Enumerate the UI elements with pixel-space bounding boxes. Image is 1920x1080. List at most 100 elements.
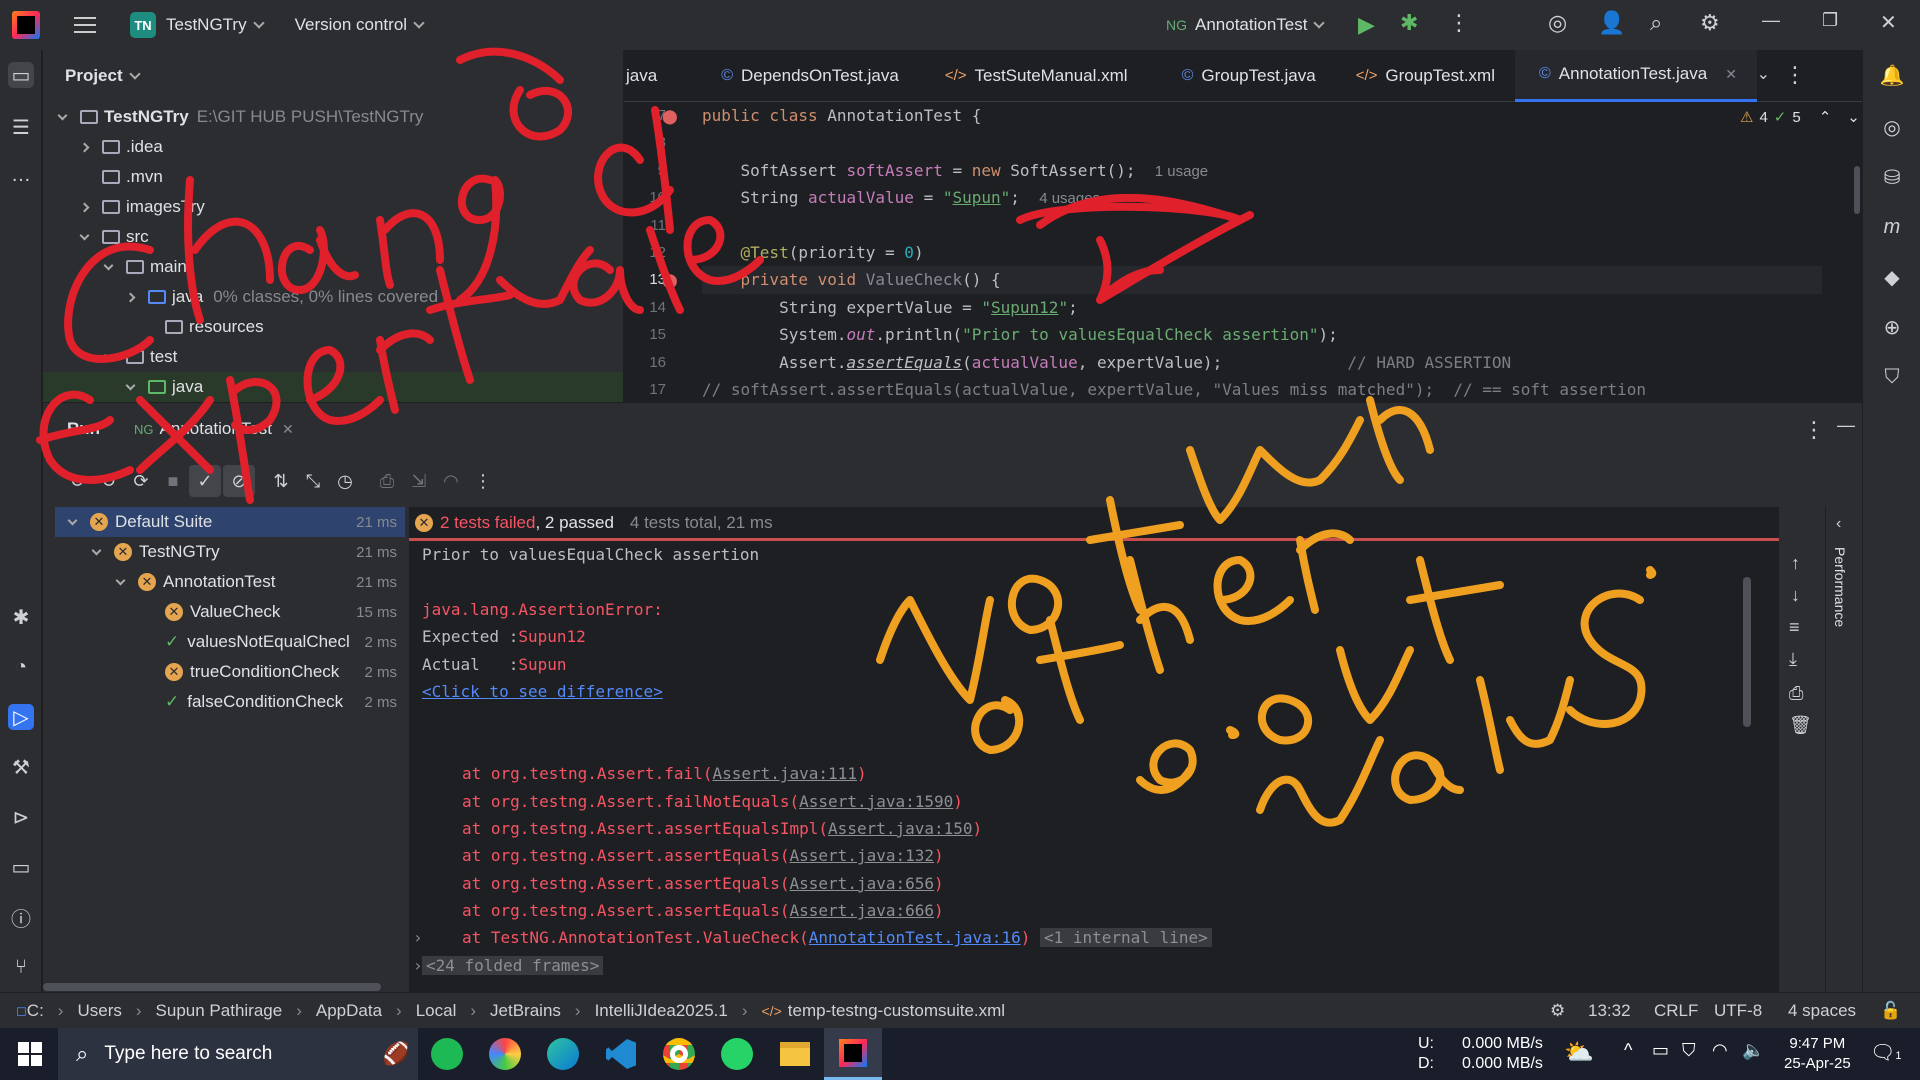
intellij-logo-icon[interactable] <box>12 11 40 39</box>
minimize-icon[interactable]: — <box>1762 10 1780 31</box>
taskbar-search[interactable]: ⌕ Type here to search 🏈 <box>58 1028 418 1080</box>
show-ignored-icon[interactable]: ⊘ <box>223 465 255 497</box>
stop-icon[interactable]: ■ <box>157 465 189 497</box>
git-icon[interactable]: ⑂ <box>8 954 34 980</box>
weather-icon[interactable]: ⛅ <box>1564 1038 1594 1067</box>
tree-row-imagestry[interactable]: imagesTry <box>43 192 623 222</box>
expand-arrow-icon[interactable] <box>79 202 90 212</box>
maven-icon[interactable]: m <box>1879 214 1905 240</box>
test-node-valuecheck[interactable]: ✕ ValueCheck 15 ms <box>43 597 405 627</box>
photos-app-icon[interactable] <box>476 1028 534 1080</box>
print-icon[interactable]: ⎙ <box>1789 683 1803 704</box>
folded-frames-badge[interactable]: <24 folded frames> <box>422 955 604 975</box>
expand-arrow-icon[interactable] <box>103 260 114 270</box>
tree-row-resources[interactable]: resources <box>43 312 623 342</box>
volume-icon[interactable]: 🔈 <box>1742 1040 1764 1061</box>
run-config-tab[interactable]: AnnotationTest <box>160 419 272 439</box>
run-test-gutter-icon[interactable]: ⬤ <box>662 108 678 125</box>
show-passed-icon[interactable]: ✓ <box>189 465 221 497</box>
line-separator[interactable]: CRLF <box>1654 1001 1698 1021</box>
more-actions-icon[interactable]: ⋮ <box>1448 10 1470 36</box>
hide-panel-icon[interactable]: — <box>1837 415 1855 436</box>
clear-trash-icon[interactable]: 🗑 <box>1789 715 1812 736</box>
gradle-icon[interactable]: ◆ <box>1879 264 1905 290</box>
caret-position[interactable]: 13:32 <box>1588 1001 1631 1021</box>
tree-row-root[interactable]: TestNGTry E:\GIT HUB PUSH\TestNGTry <box>43 102 623 132</box>
breadcrumb-item[interactable]: Users <box>77 1001 121 1021</box>
close-tab-icon[interactable]: ✕ <box>1725 66 1737 83</box>
chevron-left-icon[interactable]: ‹ <box>1836 515 1841 533</box>
tree-row-test[interactable]: test <box>43 342 623 372</box>
file-explorer-app-icon[interactable] <box>766 1028 824 1080</box>
main-menu-icon[interactable] <box>74 17 96 33</box>
debug-icon[interactable]: ✱ <box>1400 10 1418 36</box>
code-area[interactable]: public class AnnotationTest { SoftAssert… <box>702 102 1822 402</box>
export-icon[interactable]: ⇲ <box>403 465 435 497</box>
breadcrumb-item[interactable]: IntelliJIdea2025.1 <box>595 1001 728 1021</box>
expand-arrow-icon[interactable] <box>79 230 90 240</box>
run-config-selector[interactable]: NG AnnotationTest <box>1166 15 1326 35</box>
chrome-app-icon[interactable] <box>650 1028 708 1080</box>
close-icon[interactable]: ✕ <box>1880 10 1897 35</box>
console-scrollbar[interactable] <box>1743 577 1751 727</box>
project-badge[interactable]: TN <box>130 12 156 38</box>
version-control-menu[interactable]: Version control <box>295 15 425 35</box>
close-tab-icon[interactable]: ✕ <box>282 421 294 438</box>
coverage-icon[interactable]: ◠ <box>435 465 467 497</box>
ai-status-icon[interactable]: ⚙ <box>1550 1001 1565 1021</box>
ai-chat-icon[interactable]: ◎ <box>1879 114 1905 140</box>
tab-annotationtest[interactable]: © AnnotationTest.java ✕ <box>1515 50 1757 102</box>
tab-testsutemanual[interactable]: </> TestSuteManual.xml <box>919 50 1148 102</box>
breadcrumb-item[interactable]: C: <box>27 1001 44 1021</box>
tree-row-main-java[interactable]: java 0% classes, 0% lines covered <box>43 282 623 312</box>
run-tab-title[interactable]: Run <box>67 419 100 439</box>
vscode-app-icon[interactable] <box>592 1028 650 1080</box>
expand-arrow-icon[interactable] <box>57 110 68 120</box>
test-node-default-suite[interactable]: ✕ Default Suite 21 ms <box>55 507 405 537</box>
profiler-icon[interactable]: ◔ <box>8 654 34 680</box>
breadcrumb-item[interactable]: Supun Pathirage <box>156 1001 283 1021</box>
structure-icon[interactable]: ☰ <box>8 114 34 140</box>
tab-list-chevron-icon[interactable]: ⌄ <box>1757 64 1770 84</box>
project-panel-header[interactable]: Project <box>43 50 623 102</box>
restore-icon[interactable]: ❐ <box>1822 10 1838 31</box>
tree-row-idea[interactable]: .idea <box>43 132 623 162</box>
settings-gear-icon[interactable]: ⚙ <box>1700 10 1720 36</box>
tab-more-icon[interactable]: ⋮ <box>1784 62 1806 88</box>
read-only-lock-icon[interactable]: 🔓 <box>1880 1001 1901 1021</box>
intellij-app-icon[interactable] <box>824 1028 882 1080</box>
tab-grouptest-java[interactable]: © GroupTest.java <box>1148 50 1336 102</box>
shield-check-icon[interactable]: ⛉ <box>1879 364 1905 390</box>
ai-assistant-icon[interactable]: ◎ <box>1548 10 1567 36</box>
see-difference-link[interactable]: <Click to see difference> <box>422 682 663 701</box>
windows-start-icon[interactable] <box>18 1042 42 1066</box>
project-folder-icon[interactable]: ▭ <box>8 62 34 88</box>
tree-row-src[interactable]: src <box>43 222 623 252</box>
breadcrumb-item[interactable]: Local <box>416 1001 457 1021</box>
stack-link[interactable]: Assert.java:656 <box>790 874 935 893</box>
indent-setting[interactable]: 4 spaces <box>1788 1001 1856 1021</box>
web-globe-icon[interactable]: ⊕ <box>1879 314 1905 340</box>
import-tests-icon[interactable]: ⤡ <box>297 465 329 497</box>
toolbar-more-icon[interactable]: ⋮ <box>467 465 499 497</box>
project-selector[interactable]: TestNGTry <box>166 15 265 35</box>
wifi-icon[interactable]: ◠ <box>1712 1040 1728 1061</box>
stack-link[interactable]: Assert.java:150 <box>828 819 973 838</box>
breadcrumb-item[interactable]: JetBrains <box>490 1001 561 1021</box>
expand-arrow-icon[interactable]: › <box>413 924 423 951</box>
edge-app-icon[interactable] <box>534 1028 592 1080</box>
rerun-failed-icon[interactable]: ↺ <box>93 465 125 497</box>
stack-link[interactable]: Assert.java:1590 <box>799 792 953 811</box>
test-node-testngtry[interactable]: ✕ TestNGTry 21 ms <box>43 537 405 567</box>
expand-arrow-icon[interactable] <box>115 575 126 585</box>
stack-link[interactable]: Assert.java:132 <box>790 846 935 865</box>
stack-link[interactable]: Assert.java:666 <box>790 901 935 920</box>
down-arrow-icon[interactable]: ↓ <box>1791 585 1800 606</box>
tree-row-mvn[interactable]: .mvn <box>43 162 623 192</box>
run-test-gutter-icon[interactable]: ⬤ <box>662 272 678 289</box>
next-highlight-icon[interactable]: ⌄ <box>1847 108 1860 126</box>
battery-icon[interactable]: ▭ <box>1652 1040 1669 1061</box>
performance-label[interactable]: Performance <box>1832 547 1848 627</box>
expand-arrow-icon[interactable] <box>79 142 90 152</box>
toggle-auto-test-icon[interactable]: ⟳ <box>125 465 157 497</box>
